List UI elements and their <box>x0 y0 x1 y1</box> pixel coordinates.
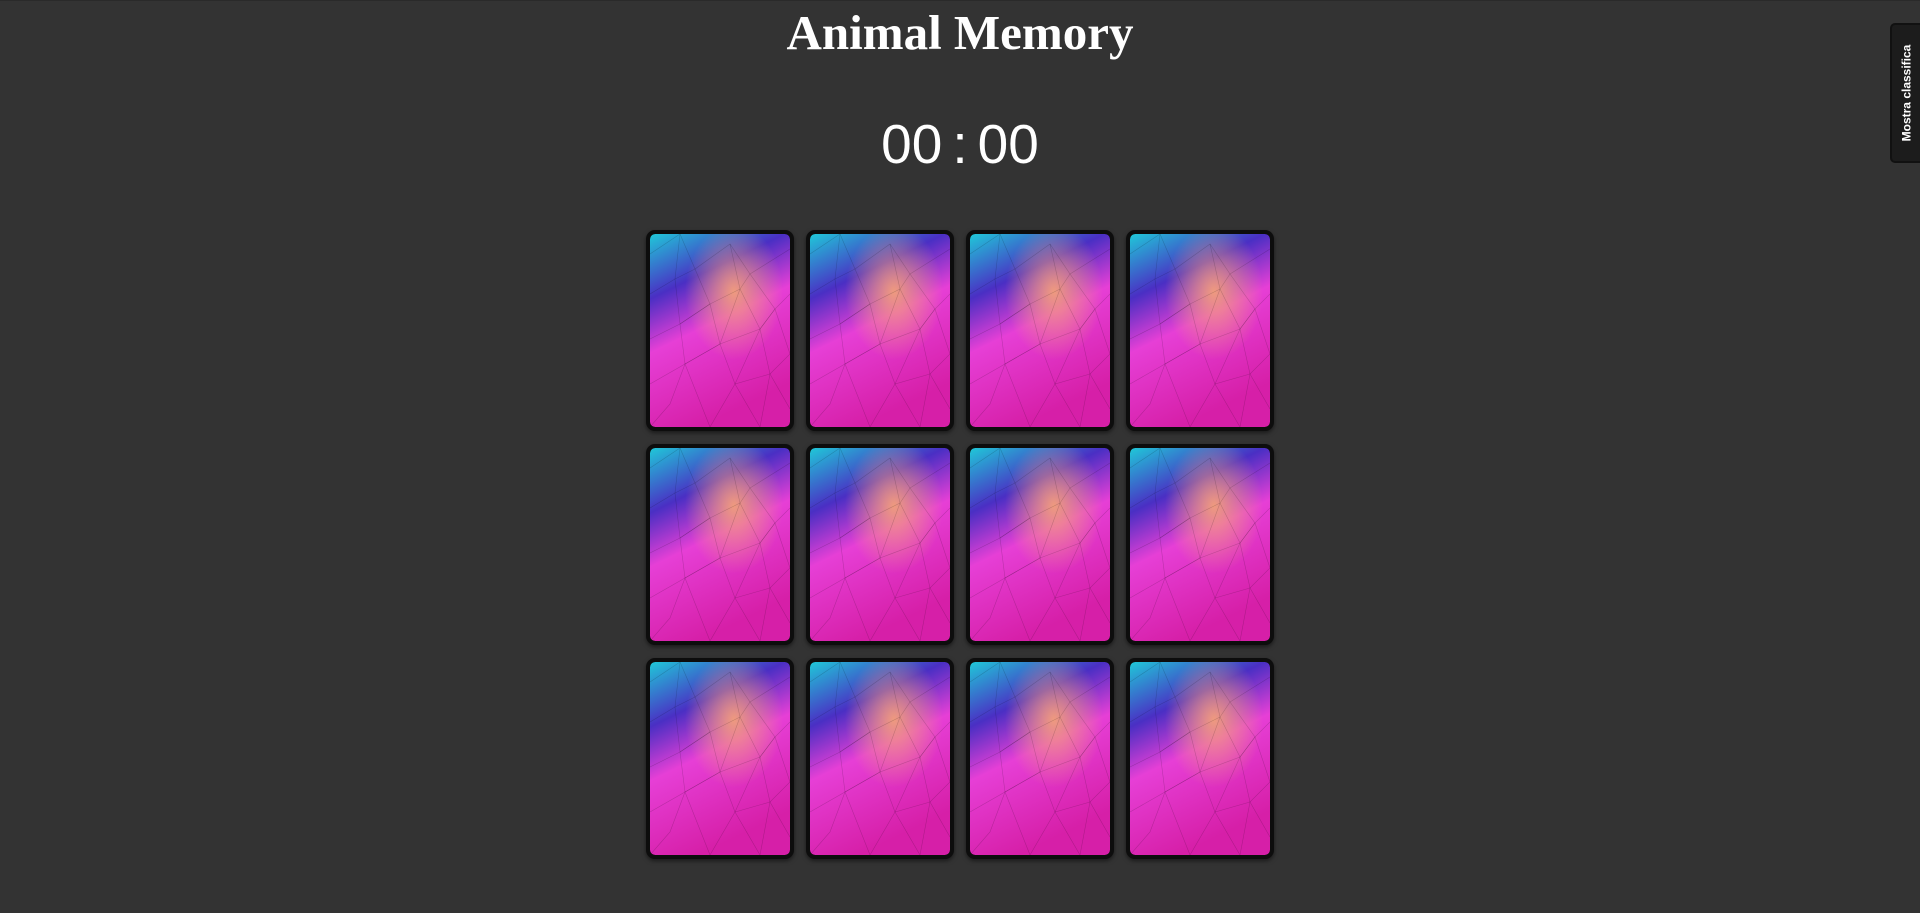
memory-card[interactable] <box>966 230 1114 431</box>
memory-card[interactable] <box>966 444 1114 645</box>
timer-separator: : <box>952 113 968 175</box>
card-back-pattern <box>810 448 950 641</box>
card-back-pattern <box>810 234 950 427</box>
card-back-pattern <box>1130 234 1270 427</box>
show-leaderboard-label: Mostra classifica <box>1899 44 1913 142</box>
memory-card[interactable] <box>646 230 794 431</box>
card-back-pattern <box>650 448 790 641</box>
card-back-pattern <box>810 662 950 855</box>
memory-card[interactable] <box>806 444 954 645</box>
card-back-pattern <box>1130 662 1270 855</box>
card-back-pattern <box>970 448 1110 641</box>
card-back-pattern <box>650 234 790 427</box>
memory-card[interactable] <box>806 230 954 431</box>
card-grid <box>646 230 1276 859</box>
card-back-pattern <box>970 234 1110 427</box>
memory-card[interactable] <box>966 658 1114 859</box>
timer-seconds: 00 <box>977 113 1039 175</box>
memory-card[interactable] <box>1126 658 1274 859</box>
show-leaderboard-button[interactable]: Mostra classifica <box>1890 23 1920 163</box>
game-timer: 00:00 <box>0 109 1920 179</box>
memory-card[interactable] <box>1126 230 1274 431</box>
game-title: Animal Memory <box>786 5 1134 60</box>
timer-minutes: 00 <box>881 113 943 175</box>
memory-card[interactable] <box>646 444 794 645</box>
card-back-pattern <box>1130 448 1270 641</box>
memory-card[interactable] <box>1126 444 1274 645</box>
card-back-pattern <box>650 662 790 855</box>
memory-card[interactable] <box>646 658 794 859</box>
memory-card[interactable] <box>806 658 954 859</box>
card-back-pattern <box>970 662 1110 855</box>
